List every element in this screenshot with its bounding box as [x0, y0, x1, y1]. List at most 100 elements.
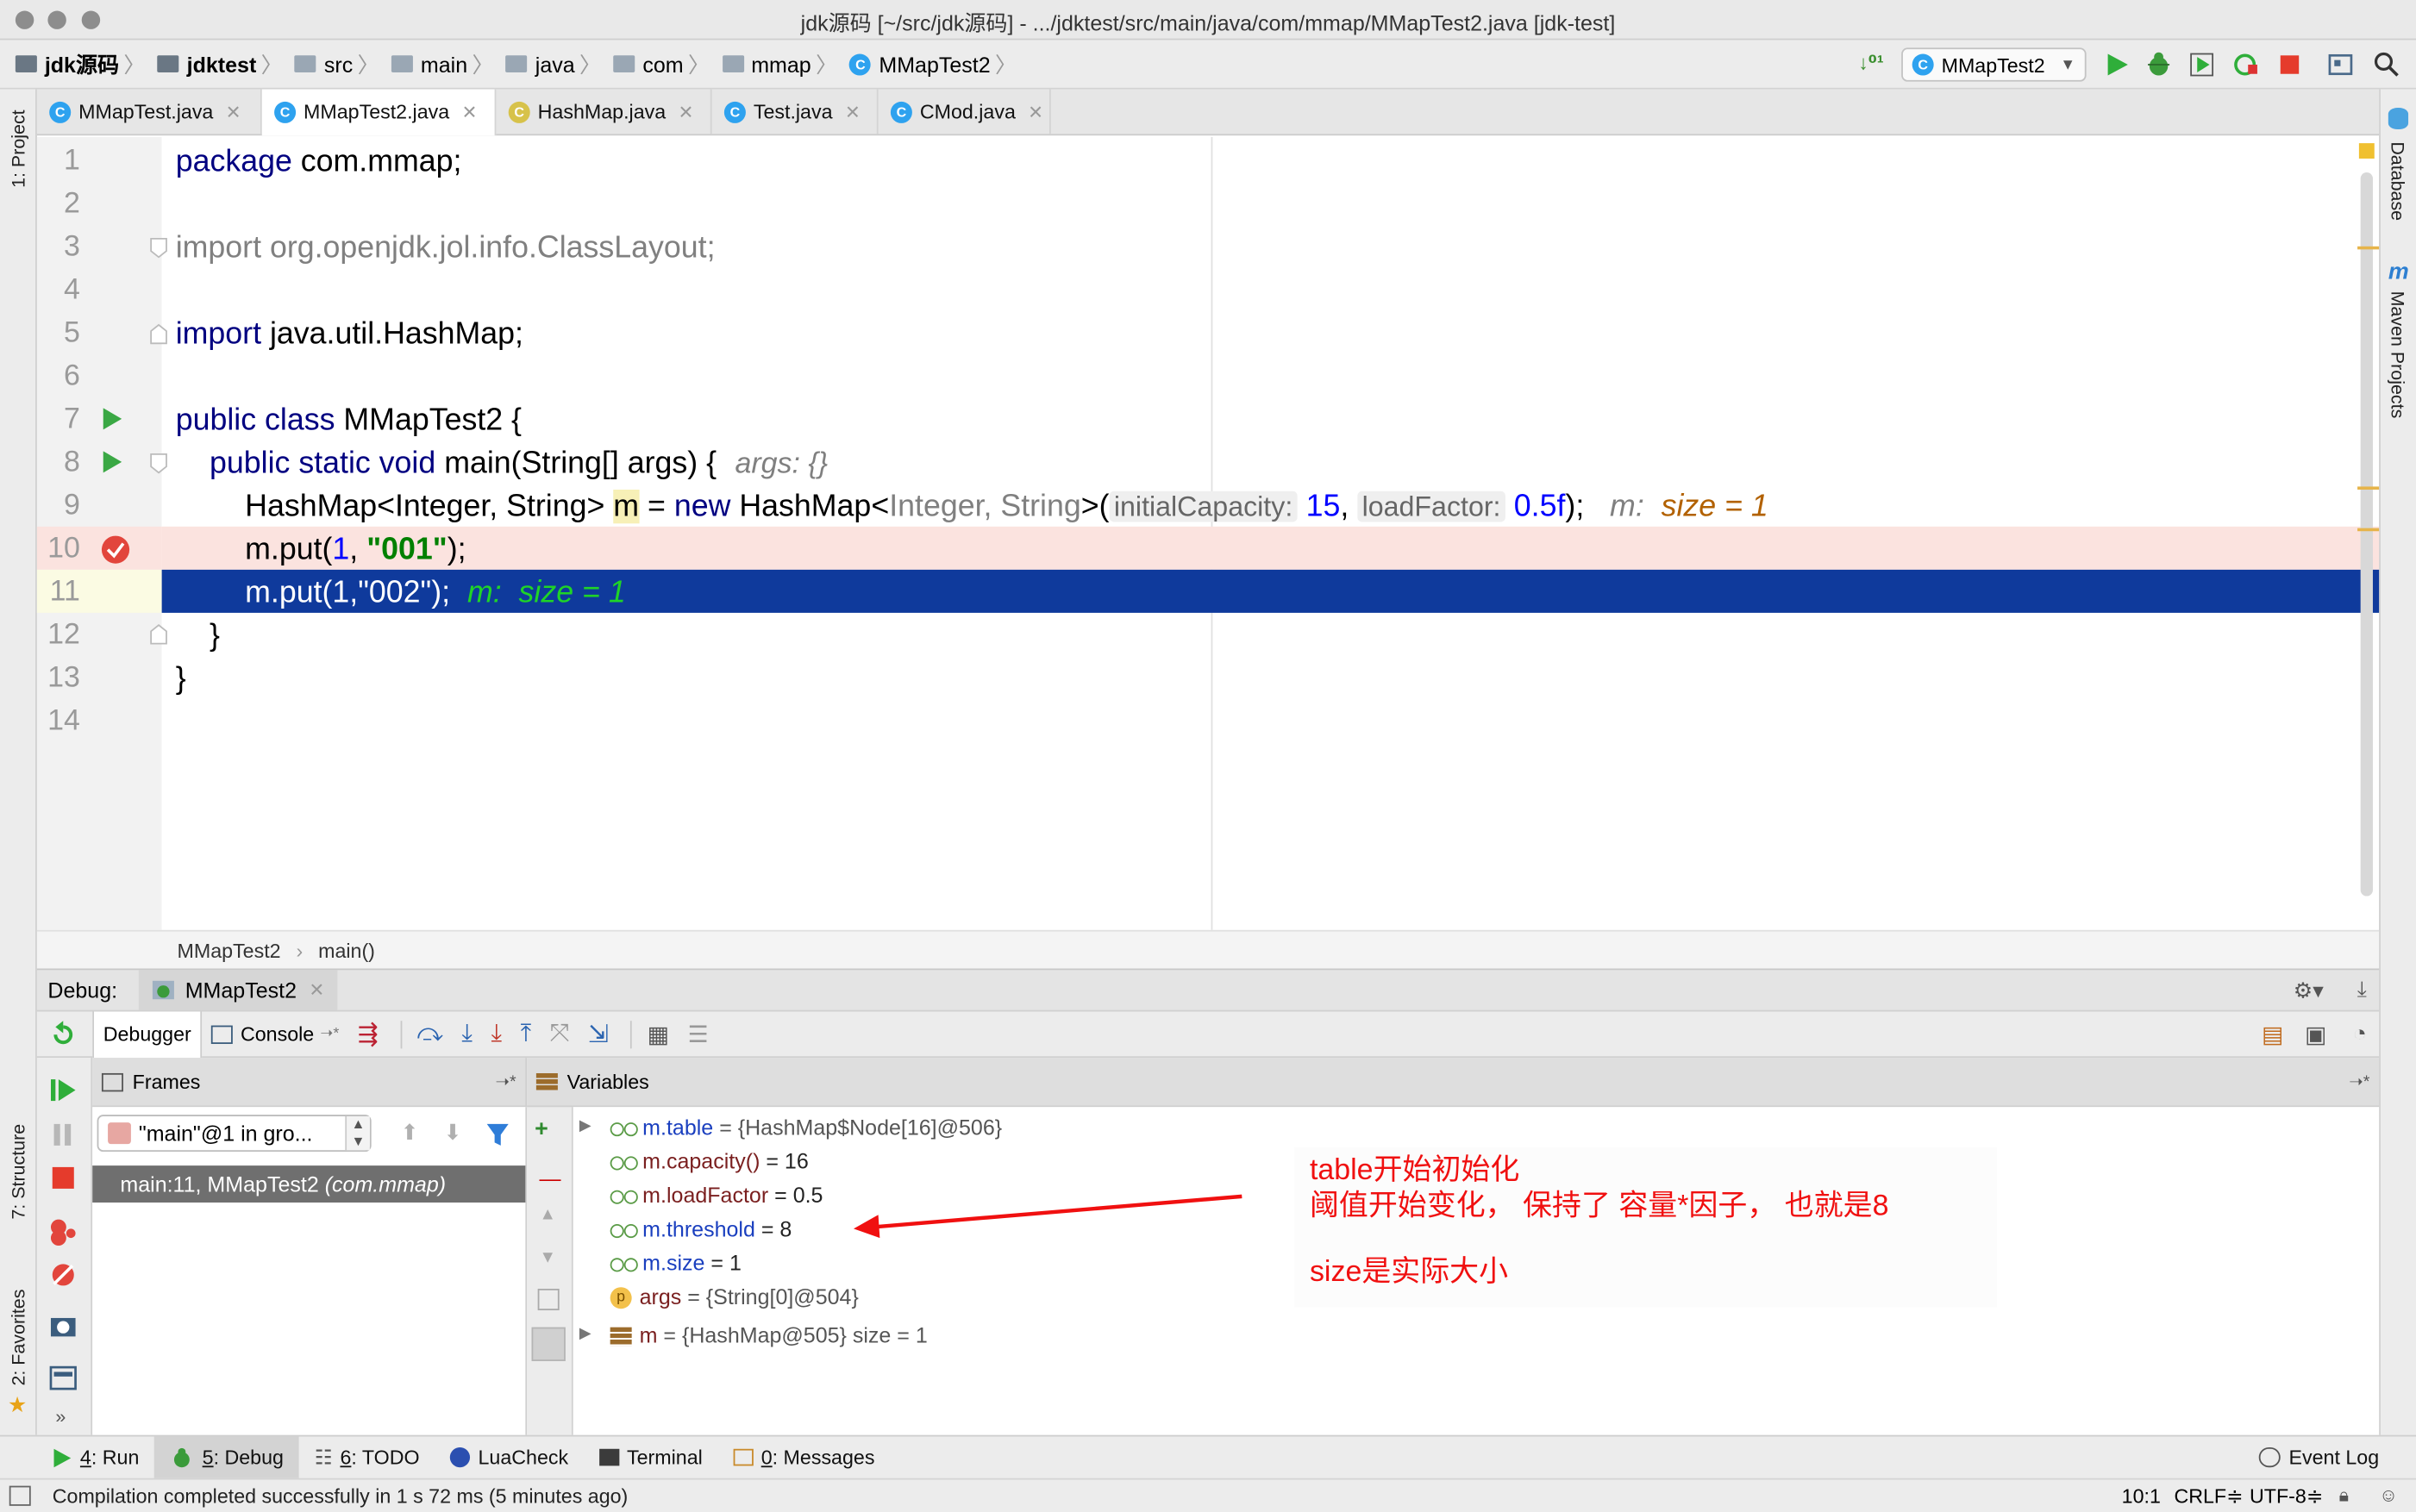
- tool-project[interactable]: 1: Project: [8, 109, 29, 188]
- restore-layout-icon[interactable]: ▤: [2262, 1021, 2283, 1048]
- layout-icon[interactable]: [49, 1365, 77, 1390]
- run-to-cursor-icon[interactable]: ⇲: [588, 1019, 609, 1050]
- drop-frame-icon[interactable]: ⤧: [550, 1020, 570, 1047]
- toggle-tool-windows-icon[interactable]: [9, 1485, 31, 1506]
- trace-icon[interactable]: ☰: [687, 1020, 708, 1047]
- force-step-into-icon[interactable]: ⤓: [491, 1020, 502, 1047]
- crumb-class[interactable]: C MMapTest2 〉: [849, 40, 1023, 89]
- sort-icon[interactable]: ↓⁰¹: [1858, 51, 1889, 78]
- view-breakpoints-icon[interactable]: [49, 1218, 77, 1246]
- tool-messages[interactable]: 0: Messages: [718, 1436, 891, 1479]
- step-over-icon[interactable]: ⤼: [416, 1020, 443, 1047]
- tool-luacheck[interactable]: LuaCheck: [435, 1436, 584, 1479]
- tab-cmod[interactable]: C CMod.java ✕: [879, 89, 1051, 134]
- variable-row[interactable]: m.size = 1: [610, 1246, 742, 1279]
- pause-icon[interactable]: [51, 1122, 76, 1147]
- tool-favorites[interactable]: 2: Favorites: [8, 1290, 29, 1386]
- variable-row[interactable]: m.threshold = 8: [610, 1212, 792, 1246]
- close-icon[interactable]: ✕: [1028, 101, 1043, 122]
- close-icon[interactable]: ✕: [226, 101, 241, 122]
- crumb-project[interactable]: jdk源码〉: [15, 40, 152, 89]
- tab-debugger[interactable]: Debugger: [92, 1010, 203, 1058]
- run-gutter-icon[interactable]: [102, 407, 123, 432]
- arrow-up-icon[interactable]: ▲: [539, 1206, 555, 1224]
- tool-run[interactable]: 4: Run: [37, 1436, 154, 1479]
- new-watch-icon[interactable]: +: [535, 1116, 548, 1142]
- variable-row[interactable]: m.capacity() = 16: [610, 1144, 809, 1178]
- breadcrumb-method[interactable]: main(): [318, 939, 375, 962]
- arrow-down-icon[interactable]: ▼: [539, 1249, 555, 1267]
- debug-icon[interactable]: [2144, 51, 2172, 78]
- stop-icon[interactable]: [51, 1165, 76, 1190]
- tool-todo[interactable]: ☷ 6: TODO: [299, 1436, 435, 1479]
- error-stripe-marker[interactable]: [2357, 528, 2380, 532]
- run-config-select[interactable]: C MMapTest2 ▼: [1901, 47, 2087, 82]
- step-out-icon[interactable]: ⤒: [521, 1020, 532, 1047]
- tab-hashmap[interactable]: C HashMap.java ✕: [496, 89, 712, 134]
- coverage-icon[interactable]: [2188, 51, 2216, 78]
- error-stripe-marker[interactable]: [2357, 246, 2380, 250]
- search-icon[interactable]: [2373, 51, 2400, 78]
- lock-icon[interactable]: 🔒︎: [2339, 1484, 2349, 1508]
- copy-icon[interactable]: [537, 1289, 560, 1311]
- run-gutter-icon[interactable]: [102, 450, 123, 475]
- thread-select[interactable]: "main"@1 in gro... ▲ ▼: [97, 1115, 372, 1153]
- expand-arrow-icon[interactable]: ▶: [579, 1326, 591, 1343]
- settings-gear-icon[interactable]: ⚙▾: [2294, 978, 2324, 1003]
- step-into-icon[interactable]: ⤓: [461, 1020, 473, 1047]
- breadcrumb-class[interactable]: MMapTest2: [178, 939, 281, 962]
- overhead-icon[interactable]: ◔: [2353, 1021, 2367, 1047]
- close-icon[interactable]: ✕: [678, 101, 693, 122]
- inspector-icon[interactable]: ☺: [2379, 1484, 2398, 1506]
- crumb-src[interactable]: src 〉: [294, 40, 385, 89]
- resume-icon[interactable]: [50, 1078, 76, 1103]
- run-icon[interactable]: [2105, 53, 2130, 78]
- variable-row[interactable]: m = {HashMap@505} size = 1: [610, 1318, 928, 1352]
- variable-row[interactable]: m.loadFactor = 0.5: [610, 1178, 823, 1211]
- rerun-icon[interactable]: [49, 1020, 77, 1047]
- close-icon[interactable]: ✕: [845, 101, 861, 122]
- mute-breakpoints-icon[interactable]: [49, 1261, 77, 1289]
- stop-icon[interactable]: [2277, 53, 2302, 78]
- breakpoint-icon[interactable]: [98, 534, 132, 565]
- pin-icon[interactable]: ➝*: [2349, 1072, 2369, 1091]
- tool-terminal[interactable]: Terminal: [584, 1436, 718, 1479]
- more-icon[interactable]: »: [55, 1406, 66, 1428]
- close-icon[interactable]: ✕: [309, 979, 324, 1001]
- variable-row[interactable]: m.table = {HashMap$Node[16]@506}: [610, 1110, 1002, 1144]
- encoding-select[interactable]: UTF-8≑: [2250, 1484, 2323, 1509]
- arrow-up-icon[interactable]: ⬆: [401, 1120, 419, 1146]
- crumb-java[interactable]: java 〉: [505, 40, 607, 89]
- rerun-icon[interactable]: [2231, 51, 2259, 78]
- evaluate-expression-icon[interactable]: ▦: [648, 1020, 669, 1047]
- tab-console[interactable]: Console ➝*: [202, 1011, 348, 1058]
- error-stripe-marker[interactable]: [2357, 486, 2380, 490]
- crumb-com[interactable]: com 〉: [613, 40, 716, 89]
- frame-item-selected[interactable]: main:11, MMapTest2 (com.mmap): [92, 1165, 526, 1203]
- line-separator-select[interactable]: CRLF≑: [2174, 1484, 2243, 1509]
- tool-debug[interactable]: 5: Debug: [154, 1435, 299, 1479]
- memory-view-icon[interactable]: ▣: [2305, 1021, 2326, 1048]
- arrow-down-icon[interactable]: ⬇: [444, 1120, 462, 1146]
- pin-icon[interactable]: ➝*: [496, 1072, 516, 1091]
- tab-test[interactable]: C Test.java ✕: [712, 89, 879, 134]
- tool-maven-projects[interactable]: Maven Projects: [2387, 291, 2408, 419]
- filter-icon[interactable]: [485, 1122, 510, 1147]
- show-watches-toggle[interactable]: [531, 1327, 566, 1361]
- tool-database[interactable]: Database: [2387, 141, 2408, 221]
- tool-structure[interactable]: 7: Structure: [8, 1124, 29, 1220]
- show-execution-point-icon[interactable]: ⇶: [358, 1019, 379, 1050]
- hide-panel-icon[interactable]: ⤓: [2357, 976, 2367, 1002]
- close-icon[interactable]: ✕: [461, 101, 477, 122]
- crumb-module[interactable]: jdktest 〉: [157, 40, 289, 89]
- tab-mmaptest[interactable]: C MMapTest.java ✕: [37, 89, 262, 134]
- expand-arrow-icon[interactable]: ▶: [579, 1118, 591, 1135]
- camera-icon[interactable]: [49, 1314, 77, 1339]
- editor-scrollbar[interactable]: [2360, 172, 2373, 897]
- crumb-main[interactable]: main 〉: [391, 40, 500, 89]
- project-structure-icon[interactable]: [2326, 51, 2354, 78]
- remove-watch-icon[interactable]: —: [539, 1165, 560, 1190]
- cursor-position[interactable]: 10:1: [2122, 1484, 2161, 1508]
- crumb-mmap[interactable]: mmap 〉: [722, 40, 843, 89]
- tool-event-log[interactable]: Event Log: [2244, 1436, 2394, 1479]
